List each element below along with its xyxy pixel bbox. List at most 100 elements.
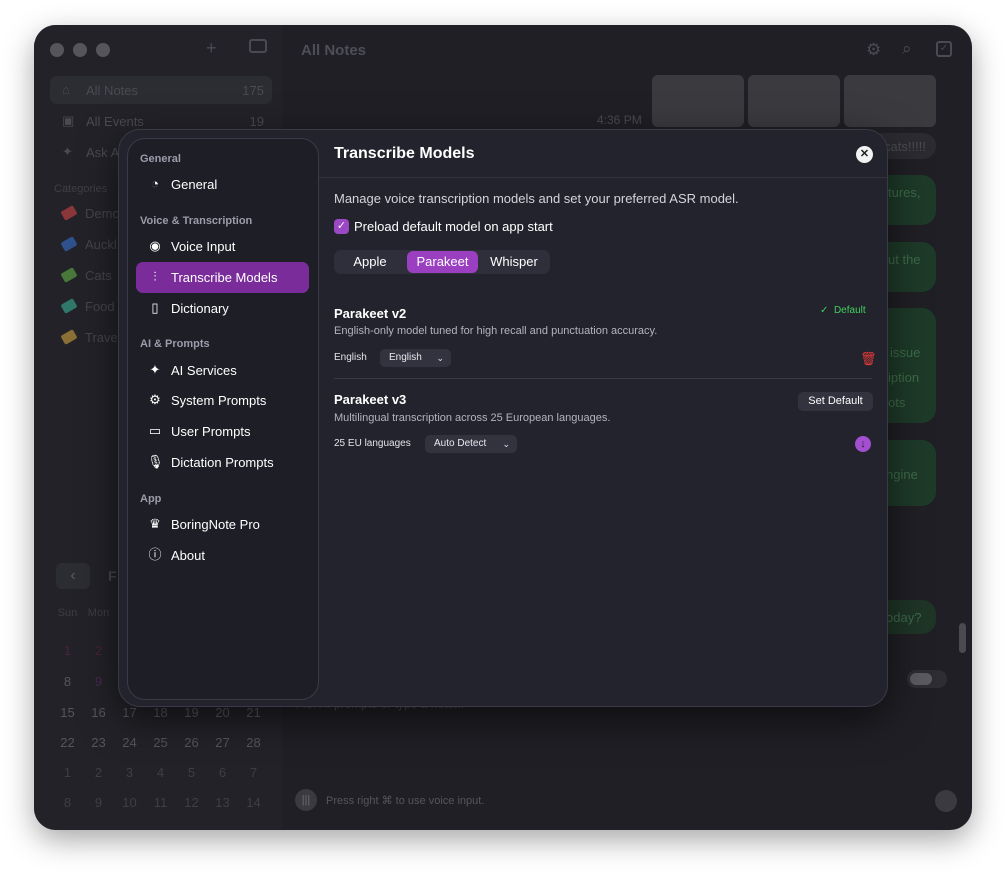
calendar-day[interactable]: 19 [176, 705, 207, 720]
calendar-day[interactable]: 15 [52, 705, 83, 720]
add-icon[interactable]: + [206, 38, 217, 59]
calendar-day[interactable]: 10 [114, 795, 145, 810]
search-icon[interactable]: ⌕ [902, 39, 912, 59]
calendar-day[interactable]: 2 [83, 643, 114, 658]
category-item[interactable]: Trave [85, 330, 118, 345]
book-icon: ▯ [151, 300, 159, 315]
section-heading: General [140, 153, 181, 165]
mic-icon: 🎙 [147, 454, 164, 469]
close-window-button[interactable] [50, 43, 64, 57]
sidebar-item-all-notes[interactable]: ⌂ All Notes 175 [50, 76, 272, 104]
cat-photo[interactable] [652, 75, 744, 127]
calendar-day[interactable]: 18 [145, 705, 176, 720]
calendar-day[interactable]: 22 [52, 735, 83, 750]
minimize-window-button[interactable] [73, 43, 87, 57]
info-icon: ⓘ [148, 547, 162, 562]
preload-label: Preload default model on app start [354, 219, 553, 234]
bubble-text: oday? [886, 610, 922, 625]
nav-label: System Prompts [171, 393, 267, 408]
page-title: All Notes [301, 42, 367, 59]
sidebar-item-dictation-prompts[interactable]: 🎙 Dictation Prompts [136, 447, 309, 478]
calendar-day[interactable]: 8 [52, 674, 83, 689]
category-item[interactable]: Demo [85, 206, 120, 221]
calendar-day[interactable]: 5 [176, 765, 207, 780]
calendar-day[interactable]: 25 [145, 735, 176, 750]
calendar-day[interactable]: 28 [238, 735, 269, 750]
model-description: Multilingual transcription across 25 Eur… [334, 412, 611, 424]
checklist-icon[interactable]: ✓ [936, 41, 952, 57]
nav-label: General [171, 177, 218, 192]
nav-label: Ask A [86, 145, 120, 160]
calendar-day[interactable]: 7 [238, 765, 269, 780]
calendar-day[interactable]: 20 [207, 705, 238, 720]
calendar-day[interactable]: 17 [114, 705, 145, 720]
language-dropdown[interactable]: English ⌄ [380, 349, 451, 367]
trash-icon[interactable]: 🗑 [860, 351, 877, 367]
settings-modal: General ◔ General Voice & Transcription … [118, 129, 888, 707]
chevron-down-icon: ⌄ [502, 439, 510, 449]
bubble-text: ut the [888, 252, 921, 267]
nav-label: AI Services [171, 363, 237, 378]
sidebar-item-ai-services[interactable]: ✦ AI Services [136, 355, 309, 386]
model-name: Parakeet v2 [334, 306, 407, 321]
calendar-day[interactable]: 24 [114, 735, 145, 750]
calendar-day[interactable]: 3 [114, 765, 145, 780]
checkmark-icon: ✓ [820, 305, 829, 316]
gear-icon[interactable]: ⚙ [866, 40, 881, 60]
crown-icon: ♛ [149, 516, 161, 531]
close-button[interactable]: ✕ [856, 146, 873, 163]
default-badge: ✓ Default [820, 305, 866, 316]
download-icon[interactable]: ↓ [855, 436, 871, 452]
sidebar-toggle-icon[interactable] [249, 39, 267, 53]
calendar-day[interactable]: 9 [83, 795, 114, 810]
checkmark-icon: ✓ [336, 220, 347, 232]
close-icon: ✕ [859, 148, 870, 160]
toggle-switch[interactable] [907, 670, 947, 688]
tab-apple[interactable]: Apple [335, 251, 405, 273]
scrollbar-thumb[interactable] [959, 623, 966, 653]
sidebar-item-dictionary[interactable]: ▯ Dictionary [136, 293, 309, 324]
calendar-day[interactable]: 6 [207, 765, 238, 780]
calendar-day[interactable]: 23 [83, 735, 114, 750]
sidebar-item-about[interactable]: ⓘ About [136, 540, 309, 571]
category-item[interactable]: Food [85, 299, 115, 314]
language-dropdown[interactable]: Auto Detect ⌄ [425, 435, 517, 453]
category-item[interactable]: Cats [85, 268, 112, 283]
calendar-day[interactable]: 13 [207, 795, 238, 810]
calendar-day[interactable]: 26 [176, 735, 207, 750]
cat-photo[interactable] [844, 75, 936, 127]
calendar-day[interactable]: 1 [52, 643, 83, 658]
zoom-window-button[interactable] [96, 43, 110, 57]
calendar-prev-button[interactable]: ‹ [56, 563, 90, 589]
calendar-day[interactable]: 14 [238, 795, 269, 810]
calendar-day[interactable]: 12 [176, 795, 207, 810]
calendar-icon: ▣ [62, 113, 75, 128]
sidebar-item-general[interactable]: ◔ General [136, 169, 309, 200]
calendar-day[interactable]: 16 [83, 705, 114, 720]
sidebar-item-system-prompts[interactable]: ⚙ System Prompts [136, 385, 309, 416]
calendar-day[interactable]: 9 [83, 674, 114, 689]
tab-parakeet[interactable]: Parakeet [407, 251, 478, 273]
calendar-day[interactable]: 4 [145, 765, 176, 780]
sidebar-item-transcribe-models[interactable]: ⫶ Transcribe Models [136, 262, 309, 293]
calendar-day[interactable]: 21 [238, 705, 269, 720]
tab-whisper[interactable]: Whisper [479, 251, 549, 273]
calendar-day[interactable]: 8 [52, 795, 83, 810]
preload-checkbox[interactable]: ✓ [334, 219, 349, 234]
calendar-day[interactable]: 1 [52, 765, 83, 780]
calendar-day[interactable]: 11 [145, 795, 176, 810]
set-default-button[interactable]: Set Default [798, 392, 873, 411]
category-item[interactable]: Auckl [85, 237, 117, 252]
waveform-icon[interactable]: ||| [295, 789, 317, 811]
cat-photo[interactable] [748, 75, 840, 127]
section-heading: Voice & Transcription [140, 215, 253, 227]
sidebar-item-voice-input[interactable]: ◉ Voice Input [136, 231, 309, 262]
message-timestamp: 4:36 PM [597, 113, 642, 127]
nav-count: 19 [249, 114, 264, 129]
bubble-text: iption [888, 370, 920, 385]
calendar-day[interactable]: 2 [83, 765, 114, 780]
send-button[interactable] [935, 790, 957, 812]
calendar-day[interactable]: 27 [207, 735, 238, 750]
sidebar-item-user-prompts[interactable]: ▭ User Prompts [136, 416, 309, 447]
sidebar-item-boringnote-pro[interactable]: ♛ BoringNote Pro [136, 509, 309, 540]
